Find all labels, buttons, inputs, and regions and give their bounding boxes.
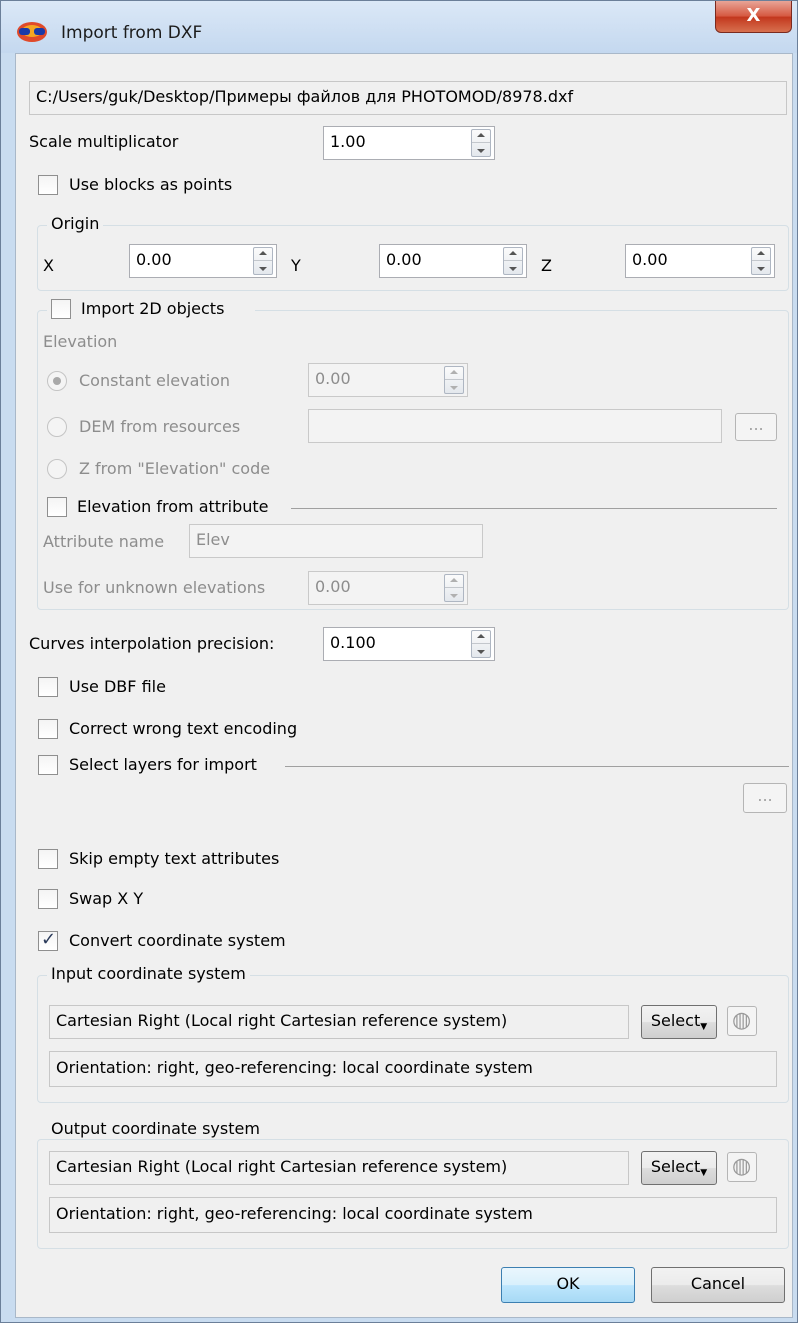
dropdown-arrow-icon: ▼ bbox=[700, 1022, 708, 1032]
attribute-name-label: Attribute name bbox=[43, 532, 165, 551]
import-2d-label: Import 2D objects bbox=[81, 299, 225, 318]
origin-x-spinner[interactable] bbox=[253, 247, 273, 275]
elevation-attr-divider bbox=[291, 508, 777, 509]
app-logo-icon bbox=[17, 22, 47, 42]
elevation-attr-checkbox[interactable] bbox=[47, 497, 67, 517]
scale-label: Scale multiplicator bbox=[29, 132, 179, 151]
elevation-label: Elevation bbox=[43, 332, 118, 351]
origin-y-spinner[interactable] bbox=[503, 247, 523, 275]
dem-browse-button[interactable]: ... bbox=[735, 413, 777, 441]
use-dbf-label: Use DBF file bbox=[69, 677, 166, 696]
input-cs-globe-icon[interactable] bbox=[727, 1006, 757, 1036]
output-cs-title: Output coordinate system bbox=[47, 1119, 264, 1138]
close-button[interactable]: X bbox=[715, 1, 792, 33]
use-blocks-label: Use blocks as points bbox=[69, 175, 233, 194]
unknown-elev-label: Use for unknown elevations bbox=[43, 578, 266, 597]
curves-label: Curves interpolation precision: bbox=[29, 634, 275, 653]
unknown-elev-spinner[interactable] bbox=[444, 574, 464, 602]
output-cs-select-label: Select bbox=[650, 1157, 701, 1176]
correct-encoding-label: Correct wrong text encoding bbox=[69, 719, 298, 738]
attribute-name-input[interactable]: Elev bbox=[189, 524, 483, 558]
convert-cs-label: Convert coordinate system bbox=[69, 931, 286, 950]
output-cs-select-button[interactable]: Select▼ bbox=[641, 1151, 717, 1185]
window-title: Import from DXF bbox=[61, 23, 203, 43]
select-layers-checkbox[interactable] bbox=[38, 755, 58, 775]
dem-label: DEM from resources bbox=[79, 417, 241, 436]
swap-xy-label: Swap X Y bbox=[69, 889, 144, 908]
input-cs-select-label: Select bbox=[650, 1011, 701, 1030]
origin-y-label: Y bbox=[291, 256, 301, 275]
dem-radio[interactable] bbox=[47, 417, 67, 437]
swap-xy-checkbox[interactable] bbox=[38, 889, 58, 909]
select-layers-divider bbox=[285, 766, 789, 767]
input-cs-title: Input coordinate system bbox=[47, 964, 250, 983]
scale-input[interactable]: 1.00 bbox=[323, 126, 495, 160]
elevation-attr-label: Elevation from attribute bbox=[77, 497, 269, 516]
import-2d-checkbox[interactable] bbox=[51, 299, 71, 319]
cancel-button[interactable]: Cancel bbox=[651, 1267, 785, 1303]
use-dbf-checkbox[interactable] bbox=[38, 677, 58, 697]
select-layers-label: Select layers for import bbox=[69, 755, 257, 774]
input-cs-orientation-field: Orientation: right, geo-referencing: loc… bbox=[49, 1051, 777, 1087]
curves-input[interactable]: 0.100 bbox=[323, 627, 495, 661]
select-layers-browse-button[interactable]: ... bbox=[743, 783, 787, 813]
origin-x-label: X bbox=[43, 256, 54, 275]
constant-elevation-spinner[interactable] bbox=[444, 366, 464, 394]
input-cs-name-field: Cartesian Right (Local right Cartesian r… bbox=[49, 1005, 629, 1039]
scale-spinner[interactable] bbox=[471, 129, 491, 157]
output-cs-name-field: Cartesian Right (Local right Cartesian r… bbox=[49, 1151, 629, 1185]
title-bar[interactable]: Import from DXF X bbox=[1, 1, 797, 53]
skip-empty-label: Skip empty text attributes bbox=[69, 849, 280, 868]
constant-elevation-label: Constant elevation bbox=[79, 371, 231, 390]
import-dxf-dialog: Import from DXF X C:/Users/guk/Desktop/П… bbox=[0, 0, 798, 1323]
dem-field[interactable] bbox=[308, 409, 722, 443]
z-code-label: Z from "Elevation" code bbox=[79, 459, 271, 478]
use-blocks-checkbox[interactable] bbox=[38, 175, 58, 195]
origin-z-spinner[interactable] bbox=[751, 247, 771, 275]
origin-group-title: Origin bbox=[47, 214, 104, 233]
convert-cs-checkbox[interactable] bbox=[38, 929, 58, 951]
constant-elevation-radio[interactable] bbox=[47, 371, 67, 391]
dropdown-arrow-icon: ▼ bbox=[700, 1168, 708, 1178]
output-cs-orientation-field: Orientation: right, geo-referencing: loc… bbox=[49, 1197, 777, 1233]
output-cs-globe-icon[interactable] bbox=[727, 1152, 757, 1182]
ok-button[interactable]: OK bbox=[501, 1267, 635, 1303]
correct-encoding-checkbox[interactable] bbox=[38, 719, 58, 739]
curves-spinner[interactable] bbox=[471, 630, 491, 658]
input-cs-select-button[interactable]: Select▼ bbox=[641, 1005, 717, 1039]
origin-z-label: Z bbox=[541, 256, 552, 275]
z-code-radio[interactable] bbox=[47, 459, 67, 479]
skip-empty-checkbox[interactable] bbox=[38, 849, 58, 869]
file-path-field: C:/Users/guk/Desktop/Примеры файлов для … bbox=[29, 81, 787, 115]
